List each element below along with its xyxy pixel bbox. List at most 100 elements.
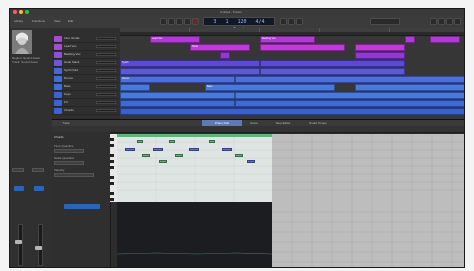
track-header[interactable]: Lead Vox [52,43,120,51]
lcd-display[interactable]: 3 1 120 4/4 Cmaj [203,17,275,33]
region[interactable] [355,44,405,51]
time-quantize-select[interactable] [54,149,84,153]
collapse-button[interactable] [64,204,100,209]
close-window-icon[interactable] [13,10,17,14]
tracks-area[interactable]: Lead Vox Backing Vox Hook Synth Drums Ba… [120,28,464,119]
minimize-window-icon[interactable] [19,10,23,14]
track-volume-slider[interactable] [96,77,116,80]
zoom-window-icon[interactable] [25,10,29,14]
track-volume-slider[interactable] [96,109,116,112]
region[interactable] [355,84,464,91]
browser-button[interactable] [454,18,461,25]
functions-label[interactable]: Functions [32,19,45,23]
midi-note[interactable] [169,140,175,143]
region[interactable]: Backing Vox [260,36,315,43]
track-volume-slider[interactable] [96,69,116,72]
track-header[interactable]: FX [52,99,120,107]
region[interactable] [120,100,235,107]
region[interactable] [120,92,235,99]
edit-label[interactable]: Edit [68,19,73,23]
track-header[interactable]: Synth Pad [52,67,120,75]
play-button[interactable] [184,18,191,25]
region[interactable] [430,36,460,43]
region[interactable]: Lead Vox [150,36,200,43]
track-icon [54,44,62,50]
midi-note[interactable] [159,160,167,163]
tuner-button[interactable] [288,18,295,25]
piano-roll-grid[interactable] [117,134,464,202]
marker-verse[interactable] [190,28,260,32]
cycle-button[interactable] [280,18,287,25]
track-header[interactable]: Hook Stack [52,59,120,67]
track-volume-slider[interactable] [96,45,116,48]
volume-fader[interactable] [15,240,22,244]
midi-note[interactable] [153,148,163,151]
midi-note[interactable] [247,160,255,163]
track-header[interactable]: Backing Vox [52,51,120,59]
track-volume-slider[interactable] [96,85,116,88]
region[interactable] [260,44,345,51]
region[interactable] [235,100,464,107]
stop-button[interactable] [176,18,183,25]
forward-button[interactable] [168,18,175,25]
region[interactable] [260,60,405,67]
automation-lane[interactable] [116,202,273,267]
region[interactable] [220,52,230,59]
midi-note[interactable] [125,148,135,151]
region[interactable] [120,108,464,115]
midi-note[interactable] [142,154,150,157]
region[interactable] [120,84,150,91]
region[interactable] [235,92,464,99]
midi-note[interactable] [175,154,183,157]
track-volume-slider[interactable] [96,37,116,40]
track-volume-slider[interactable] [96,53,116,56]
midi-note[interactable] [209,140,215,143]
midi-note[interactable] [137,140,143,143]
piano-roll-editor: Track Piano Roll Score Step Editor Smart Tem… [52,119,464,267]
scale-quantize-select[interactable] [54,161,84,165]
midi-note[interactable] [222,148,232,151]
piano-keyboard[interactable] [110,134,117,202]
track-header[interactable]: Keys [52,91,120,99]
editors-button[interactable] [430,18,437,25]
loops-button[interactable] [446,18,453,25]
midi-note[interactable] [235,154,243,157]
marker-verse-2[interactable] [320,28,390,32]
piano-roll-region[interactable] [117,134,272,202]
marker-intro[interactable] [120,28,190,32]
track-volume-slider[interactable] [96,93,116,96]
marker-chorus[interactable] [260,28,320,32]
region[interactable]: Synth [120,60,260,67]
track-header[interactable]: Chords [52,107,120,115]
track-volume-slider[interactable] [96,61,116,64]
track-volume-slider[interactable] [96,101,116,104]
eq-button[interactable] [12,168,24,172]
region[interactable] [235,76,464,83]
region[interactable]: Drums [120,76,235,83]
region[interactable]: Bass [205,84,335,91]
metronome-button[interactable] [296,18,303,25]
input-button[interactable] [14,186,24,191]
output-button[interactable] [34,186,44,191]
volume-fader-2[interactable] [35,246,42,250]
notepad-button[interactable] [438,18,445,25]
view-label[interactable]: View [54,19,60,23]
rewind-button[interactable] [160,18,167,25]
track-header[interactable]: Bass [52,83,120,91]
piano-roll-lower-grid[interactable] [116,202,464,267]
region[interactable]: Hook [190,44,250,51]
piano-roll-empty-grid[interactable] [272,134,464,202]
region[interactable] [120,68,260,75]
track-header[interactable]: Intro Vocals [52,35,120,43]
library-label[interactable]: Library [14,19,23,23]
midi-note[interactable] [189,148,199,151]
master-volume-slider[interactable] [370,18,400,25]
track-header[interactable]: Drums [52,75,120,83]
record-button[interactable] [192,18,199,25]
region[interactable] [405,36,415,43]
marker-chorus-2[interactable] [390,28,464,32]
velocity-slider[interactable] [54,173,94,177]
region[interactable] [355,52,405,59]
region[interactable] [260,68,405,75]
eq-button-2[interactable] [32,168,44,172]
